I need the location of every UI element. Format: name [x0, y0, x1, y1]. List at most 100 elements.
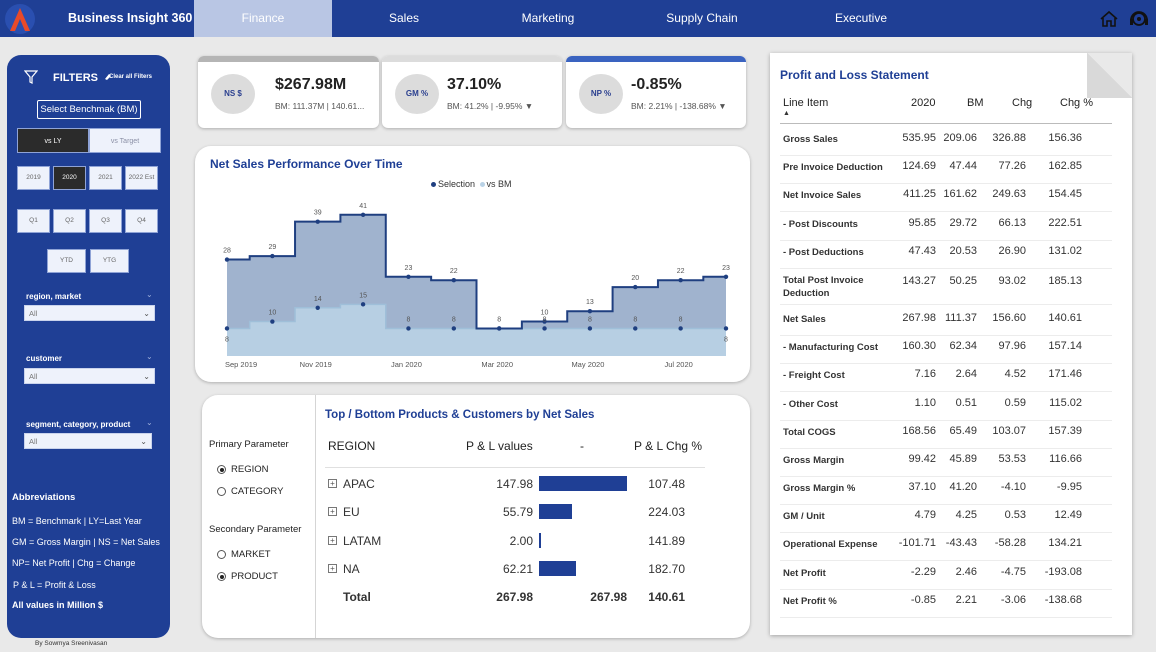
column-header-line-item[interactable]: Line Item	[783, 97, 828, 109]
chevron-down-icon[interactable]: ⌄	[146, 290, 153, 299]
column-header-bm[interactable]: BM	[967, 97, 984, 109]
expand-plus-icon[interactable]: +	[328, 564, 337, 573]
x-tick-label: Nov 2019	[300, 360, 332, 369]
column-header-chg[interactable]: Chg	[1012, 97, 1032, 109]
pl-cell-pct: -9.95	[1056, 481, 1082, 493]
benchmark-data-label: 8	[543, 316, 547, 323]
quarter-q4[interactable]: Q4	[125, 209, 158, 233]
row-value: 62.21	[502, 562, 533, 576]
expand-plus-icon[interactable]: +	[328, 536, 337, 545]
value-bar	[539, 561, 576, 576]
benchmark-data-label: 14	[314, 296, 322, 303]
app-title: Business Insight 360	[68, 11, 193, 25]
kpi-value: -0.85%	[631, 76, 682, 93]
period-ytg[interactable]: YTG	[90, 249, 129, 273]
x-tick-label: Jan 2020	[391, 360, 422, 369]
radio-selected-icon	[217, 465, 226, 474]
secondary-parameter-heading: Secondary Parameter	[209, 524, 302, 535]
row-name: EU	[343, 505, 360, 519]
kpi-card-net-sales[interactable]: NS $ $267.98M BM: 111.37M | 140.61...	[198, 56, 379, 128]
top-bottom-title: Top / Bottom Products & Customers by Net…	[325, 409, 595, 421]
benchmark-data-label: 8	[452, 316, 456, 323]
tab-marketing[interactable]: Marketing	[494, 0, 602, 37]
column-header-chg-pct[interactable]: Chg %	[1060, 97, 1093, 109]
kpi-card-gross-margin[interactable]: GM % 37.10% BM: 41.2% | -9.95% ▼	[382, 56, 562, 128]
tab-finance[interactable]: Finance	[194, 0, 332, 37]
year-2020[interactable]: 2020	[53, 166, 86, 190]
expand-plus-icon[interactable]: +	[328, 479, 337, 488]
selection-point	[587, 309, 593, 314]
slicer-segment-dropdown[interactable]: All ⌄	[24, 433, 152, 449]
column-header-pl-chg[interactable]: P & L Chg %	[634, 439, 702, 453]
chevron-down-icon: ⌄	[143, 309, 150, 318]
selection-point	[406, 274, 411, 279]
selection-data-label: 22	[677, 268, 685, 275]
year-2021[interactable]: 2021	[89, 166, 122, 190]
pl-cell-chg: 53.53	[998, 453, 1026, 465]
chevron-down-icon[interactable]: ⌄	[146, 418, 153, 427]
benchmark-data-label: 8	[633, 316, 637, 323]
pl-cell-pct: 185.13	[1048, 275, 1082, 287]
kpi-card-net-profit[interactable]: NP % -0.85% BM: 2.21% | -138.68% ▼	[566, 56, 746, 128]
total-bar-value: 267.98	[590, 590, 627, 604]
clear-filters-button[interactable]: Clear all Filters	[109, 74, 152, 80]
toggle-vs-ly[interactable]: vs LY	[17, 128, 89, 153]
radio-label: REGION	[231, 464, 269, 475]
selection-data-label: 13	[586, 299, 594, 306]
x-tick-label: May 2020	[571, 360, 604, 369]
slicer-region-value: All	[29, 309, 38, 318]
radio-product[interactable]: PRODUCT	[217, 571, 278, 582]
chevron-down-icon[interactable]: ⌄	[146, 352, 153, 361]
abbreviation-line: P & L = Profit & Loss	[13, 580, 96, 590]
select-benchmark-button[interactable]: Select Benchmak (BM)	[37, 100, 141, 119]
table-header-divider	[325, 467, 705, 468]
net-sales-area-chart[interactable]: 288291039144115238228 8108138208228238Sep…	[195, 146, 750, 382]
pl-cell-chg: 0.59	[1004, 397, 1026, 409]
selection-data-label: 22	[450, 268, 458, 275]
tab-sales[interactable]: Sales	[350, 0, 458, 37]
benchmark-data-label: 8	[679, 316, 683, 323]
pl-cell-chg: -58.28	[994, 537, 1026, 549]
tab-supply-chain[interactable]: Supply Chain	[648, 0, 756, 37]
kpi-badge: GM %	[395, 74, 439, 114]
toggle-vs-target[interactable]: vs Target	[89, 128, 161, 153]
pl-row-divider	[780, 304, 1112, 305]
benchmark-point	[496, 326, 502, 331]
column-header-region[interactable]: REGION	[328, 439, 375, 453]
radio-category[interactable]: CATEGORY	[217, 486, 283, 497]
column-header-2020[interactable]: 2020	[911, 97, 935, 109]
pl-header-divider	[780, 123, 1112, 124]
quarter-q1[interactable]: Q1	[17, 209, 50, 233]
radio-market[interactable]: MARKET	[217, 549, 271, 560]
column-header-pl-values[interactable]: P & L values	[466, 439, 533, 453]
pl-cell-chg: 103.07	[992, 425, 1026, 437]
radio-region[interactable]: REGION	[217, 464, 268, 475]
pl-row-divider	[780, 504, 1112, 505]
pl-cell-pct: 140.61	[1048, 312, 1082, 324]
abbreviation-line: BM = Benchmark | LY=Last Year	[12, 516, 142, 526]
quarter-q2[interactable]: Q2	[53, 209, 86, 233]
slicer-region-dropdown[interactable]: All ⌄	[24, 305, 155, 321]
total-label: Total	[343, 590, 371, 604]
slicer-segment-label: segment, category, product	[26, 420, 131, 429]
pl-row-divider	[780, 420, 1112, 421]
top-bottom-card: Primary Parameter REGION CATEGORY Second…	[202, 395, 750, 638]
pl-row-divider	[780, 155, 1112, 156]
support-headset-icon[interactable]	[1128, 9, 1150, 29]
selection-point	[451, 278, 457, 283]
expand-plus-icon[interactable]: +	[328, 507, 337, 516]
funnel-icon	[24, 70, 38, 84]
total-value: 267.98	[496, 590, 533, 604]
quarter-q3[interactable]: Q3	[89, 209, 122, 233]
year-2019[interactable]: 2019	[17, 166, 50, 190]
home-icon[interactable]	[1099, 9, 1119, 29]
kpi-accent-bar	[566, 56, 746, 62]
tab-executive[interactable]: Executive	[807, 0, 915, 37]
year-2022-est[interactable]: 2022 Est	[125, 166, 158, 190]
column-header-dash[interactable]: -	[580, 439, 584, 453]
period-ytd[interactable]: YTD	[47, 249, 86, 273]
sort-ascending-icon[interactable]: ▲	[783, 110, 790, 117]
slicer-customer-dropdown[interactable]: All ⌄	[24, 368, 155, 384]
benchmark-point	[451, 326, 457, 331]
kpi-benchmark: BM: 41.2% | -9.95% ▼	[447, 101, 534, 111]
